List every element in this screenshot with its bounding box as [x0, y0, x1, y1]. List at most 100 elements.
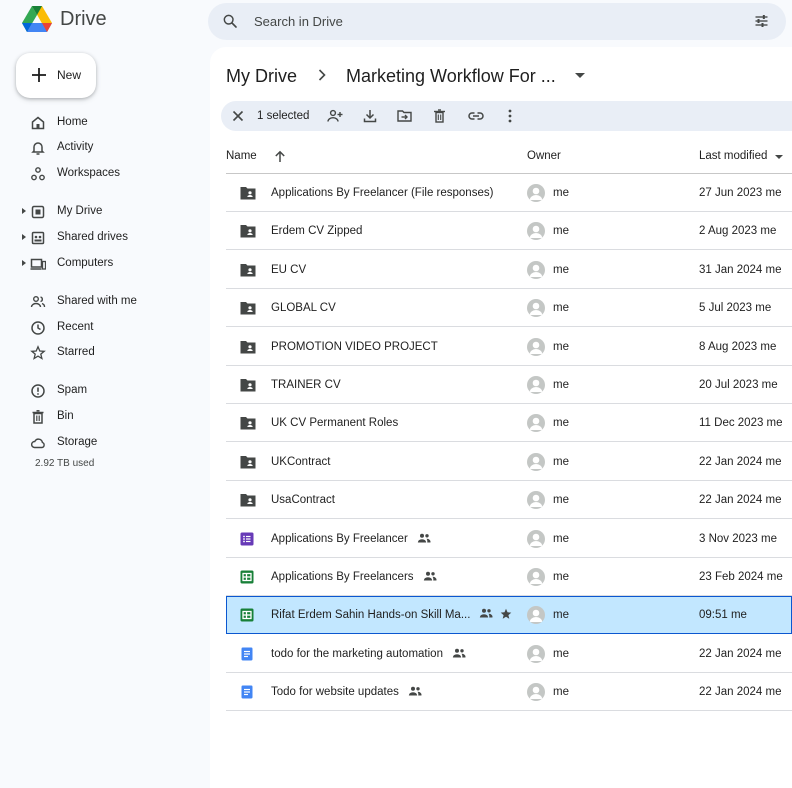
file-name[interactable]: PROMOTION VIDEO PROJECT — [271, 341, 438, 353]
file-name[interactable]: UK CV Permanent Roles — [271, 417, 398, 429]
new-button[interactable]: New — [16, 53, 96, 98]
workspaces-icon — [31, 167, 45, 181]
link-icon[interactable] — [468, 110, 484, 122]
expand-caret-icon[interactable] — [22, 260, 26, 266]
avatar — [527, 644, 545, 663]
more-options-icon[interactable] — [508, 109, 512, 123]
file-name[interactable]: GLOBAL CV — [271, 302, 336, 314]
file-name[interactable]: todo for the marketing automation — [271, 648, 443, 660]
breadcrumb-current-folder[interactable]: Marketing Workflow For ... — [346, 66, 556, 87]
last-modified: 3 Nov 2023 me — [699, 532, 777, 545]
google-docs-icon — [240, 685, 256, 699]
file-name[interactable]: UsaContract — [271, 494, 335, 506]
search-input[interactable]: Search in Drive — [254, 14, 343, 29]
sidebar-item-label: Bin — [57, 410, 74, 422]
sidebar-item-activity[interactable]: Activity — [22, 137, 202, 159]
avatar — [527, 452, 545, 471]
sidebar-item-shared-with-me[interactable]: Shared with me — [22, 291, 202, 313]
table-row[interactable]: UK CV Permanent Roles me 11 Dec 2023 me — [226, 404, 792, 443]
sidebar-item-label: Workspaces — [57, 167, 121, 179]
sidebar-item-shared-drives[interactable]: Shared drives — [22, 227, 202, 249]
sort-arrow-up-icon[interactable] — [274, 150, 286, 163]
shared-folder-icon — [240, 378, 256, 392]
table-row[interactable]: PROMOTION VIDEO PROJECT me 8 Aug 2023 me — [226, 328, 792, 366]
last-modified: 27 Jun 2023 me — [699, 187, 782, 199]
shared-folder-icon — [240, 224, 256, 238]
column-header-last-modified[interactable]: Last modified — [699, 150, 767, 162]
trash-icon[interactable] — [433, 109, 446, 123]
breadcrumb: My Drive Marketing Workflow For ... — [226, 64, 586, 88]
table-row[interactable]: Erdem CV Zipped me 2 Aug 2023 me — [226, 212, 792, 251]
drive-logo[interactable]: Drive — [22, 6, 107, 33]
last-modified: 5 Jul 2023 me — [699, 302, 772, 315]
table-row[interactable]: Rifat Erdem Sahin Hands-on Skill Ma... me… — [226, 596, 792, 635]
search-icon[interactable] — [222, 13, 238, 29]
column-header-owner[interactable]: Owner — [527, 150, 561, 162]
shared-people-icon — [452, 648, 466, 661]
table-row[interactable]: UKContract me 22 Jan 2024 me — [226, 443, 792, 481]
google-docs-icon — [240, 647, 256, 661]
table-row[interactable]: Todo for website updates me 22 Jan 2024 me — [226, 673, 792, 712]
search-bar[interactable]: Search in Drive — [208, 3, 786, 40]
file-name[interactable]: UKContract — [271, 456, 330, 468]
file-name[interactable]: EU CV — [271, 264, 306, 276]
sidebar-item-storage[interactable]: Storage — [22, 432, 202, 454]
file-name[interactable]: Todo for website updates — [271, 686, 399, 698]
last-modified: 11 Dec 2023 me — [699, 417, 783, 430]
file-name[interactable]: TRAINER CV — [271, 379, 341, 391]
search-options-icon[interactable] — [753, 13, 770, 29]
shared-folder-icon — [240, 186, 256, 200]
sidebar-item-label: Activity — [57, 141, 94, 153]
avatar — [527, 260, 545, 279]
computers-icon — [30, 258, 46, 270]
sort-dropdown-icon[interactable] — [775, 155, 783, 159]
expand-caret-icon[interactable] — [22, 208, 26, 214]
table-row[interactable]: TRAINER CV me 20 Jul 2023 me — [226, 366, 792, 404]
file-name[interactable]: Erdem CV Zipped — [271, 225, 362, 237]
sidebar-item-spam[interactable]: Spam — [22, 380, 202, 402]
table-row[interactable]: Applications By Freelancer me 3 Nov 2023 m… — [226, 520, 792, 558]
sidebar-item-computers[interactable]: Computers — [22, 253, 202, 275]
column-header-name[interactable]: Name — [226, 150, 257, 162]
last-modified: 31 Jan 2024 me — [699, 263, 782, 276]
drive-logo-icon — [22, 6, 52, 32]
share-icon[interactable] — [327, 109, 343, 123]
avatar — [527, 376, 545, 394]
chevron-down-icon[interactable] — [575, 73, 585, 78]
avatar — [527, 299, 545, 318]
last-modified: 22 Jan 2024 me — [699, 686, 782, 699]
table-row[interactable]: Applications By Freelancers me 23 Feb 2024… — [226, 558, 792, 596]
sidebar-item-bin[interactable]: Bin — [22, 406, 202, 428]
sidebar-item-my-drive[interactable]: My Drive — [22, 201, 202, 223]
move-to-folder-icon[interactable] — [397, 109, 412, 122]
file-name[interactable]: Rifat Erdem Sahin Hands-on Skill Ma... — [271, 609, 470, 621]
clock-icon — [31, 321, 45, 335]
file-name[interactable]: Applications By Freelancer (File respons… — [271, 187, 493, 199]
sidebar-item-workspaces[interactable]: Workspaces — [22, 163, 202, 185]
expand-caret-icon[interactable] — [22, 234, 26, 240]
sidebar-item-label: Starred — [57, 346, 95, 358]
owner-name: me — [553, 225, 569, 238]
star-icon[interactable] — [500, 608, 512, 623]
table-row[interactable]: EU CV me 31 Jan 2024 me — [226, 251, 792, 289]
sidebar-item-home[interactable]: Home — [22, 112, 202, 134]
table-row[interactable]: GLOBAL CV me 5 Jul 2023 me — [226, 289, 792, 328]
chevron-right-icon — [318, 69, 326, 81]
table-row[interactable]: Applications By Freelancer (File respons… — [226, 174, 792, 212]
owner-name: me — [553, 571, 569, 583]
sidebar-item-recent[interactable]: Recent — [22, 317, 202, 339]
sidebar-item-label: Storage — [57, 436, 98, 448]
selection-toolbar: 1 selected — [221, 101, 792, 131]
table-row[interactable]: todo for the marketing automation me 22 Ja… — [226, 635, 792, 673]
table-row[interactable]: UsaContract me 22 Jan 2024 me — [226, 481, 792, 520]
shared-folder-icon — [240, 455, 256, 469]
file-name[interactable]: Applications By Freelancers — [271, 571, 414, 583]
close-icon[interactable] — [232, 110, 244, 122]
avatar — [527, 568, 545, 586]
sidebar-item-label: Shared drives — [57, 231, 128, 243]
breadcrumb-my-drive[interactable]: My Drive — [226, 66, 297, 87]
file-name[interactable]: Applications By Freelancer — [271, 533, 408, 545]
google-sheets-icon — [240, 570, 256, 584]
sidebar-item-starred[interactable]: Starred — [22, 342, 202, 364]
download-icon[interactable] — [363, 109, 377, 123]
